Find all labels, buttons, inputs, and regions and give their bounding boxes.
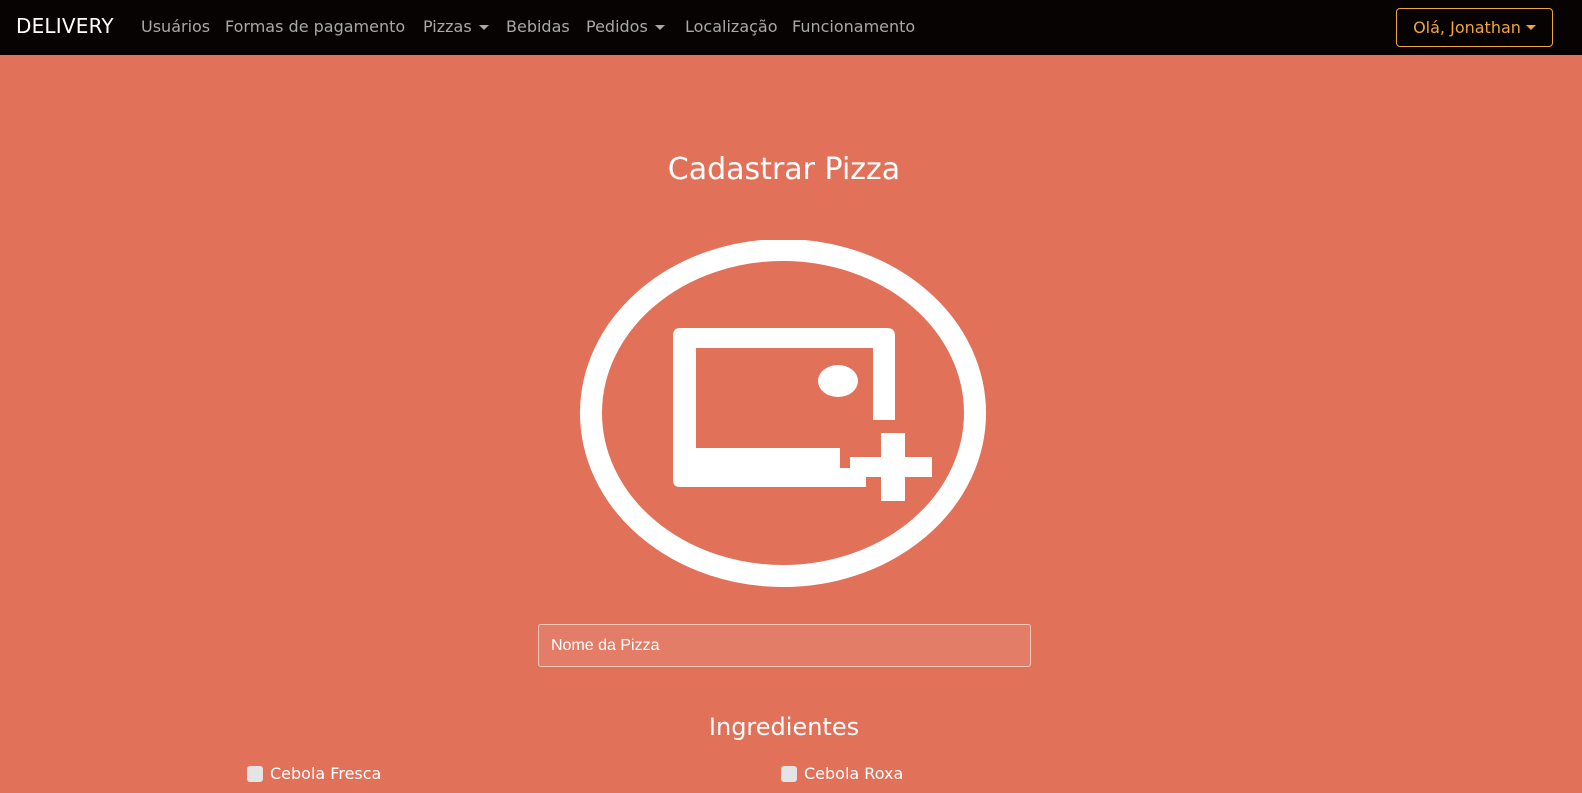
pizza-image-upload[interactable] <box>580 239 989 588</box>
ingredient-checkbox-cebola-roxa[interactable]: Cebola Roxa <box>781 764 903 783</box>
user-menu-label: Olá, Jonathan <box>1413 18 1521 37</box>
nav-item-label: Usuários <box>141 17 211 36</box>
ingredient-label: Cebola Fresca <box>270 764 382 783</box>
nav-item-label: Bebidas <box>506 17 570 36</box>
chevron-down-icon <box>654 25 665 30</box>
nav-item-label: Pizzas <box>423 17 472 36</box>
chevron-down-icon <box>478 25 489 30</box>
nav-item-funcionamento[interactable]: Funcionamento <box>792 17 915 36</box>
nav-item-label: Localização <box>685 17 778 36</box>
ingredient-checkbox-cebola-fresca[interactable]: Cebola Fresca <box>247 764 381 783</box>
pizza-name-input[interactable] <box>538 624 1031 667</box>
nav-item-pedidos[interactable]: Pedidos <box>586 17 665 36</box>
nav-item-formas-de-pagamento[interactable]: Formas de pagamento <box>225 17 405 36</box>
chevron-down-icon <box>1525 25 1536 30</box>
checkbox[interactable] <box>247 765 263 782</box>
ingredients-title: Ingredientes <box>708 713 860 741</box>
add-image-icon <box>580 239 986 587</box>
nav-item-label: Formas de pagamento <box>225 17 406 36</box>
nav-item-pizzas[interactable]: Pizzas <box>423 17 489 36</box>
nav-item-label: Funcionamento <box>792 17 916 36</box>
nav-item-localizacao[interactable]: Localização <box>685 17 778 36</box>
nav-item-bebidas[interactable]: Bebidas <box>506 17 570 36</box>
ingredient-label: Cebola Roxa <box>804 764 904 783</box>
top-navbar: DELIVERY Usuários Formas de pagamento Pi… <box>0 0 1582 55</box>
nav-item-usuarios[interactable]: Usuários <box>141 17 210 36</box>
brand-logo[interactable]: DELIVERY <box>16 14 114 38</box>
checkbox[interactable] <box>781 765 797 782</box>
page-title: Cadastrar Pizza <box>667 152 901 187</box>
user-menu-button[interactable]: Olá, Jonathan <box>1396 8 1553 47</box>
nav-item-label: Pedidos <box>586 17 648 36</box>
